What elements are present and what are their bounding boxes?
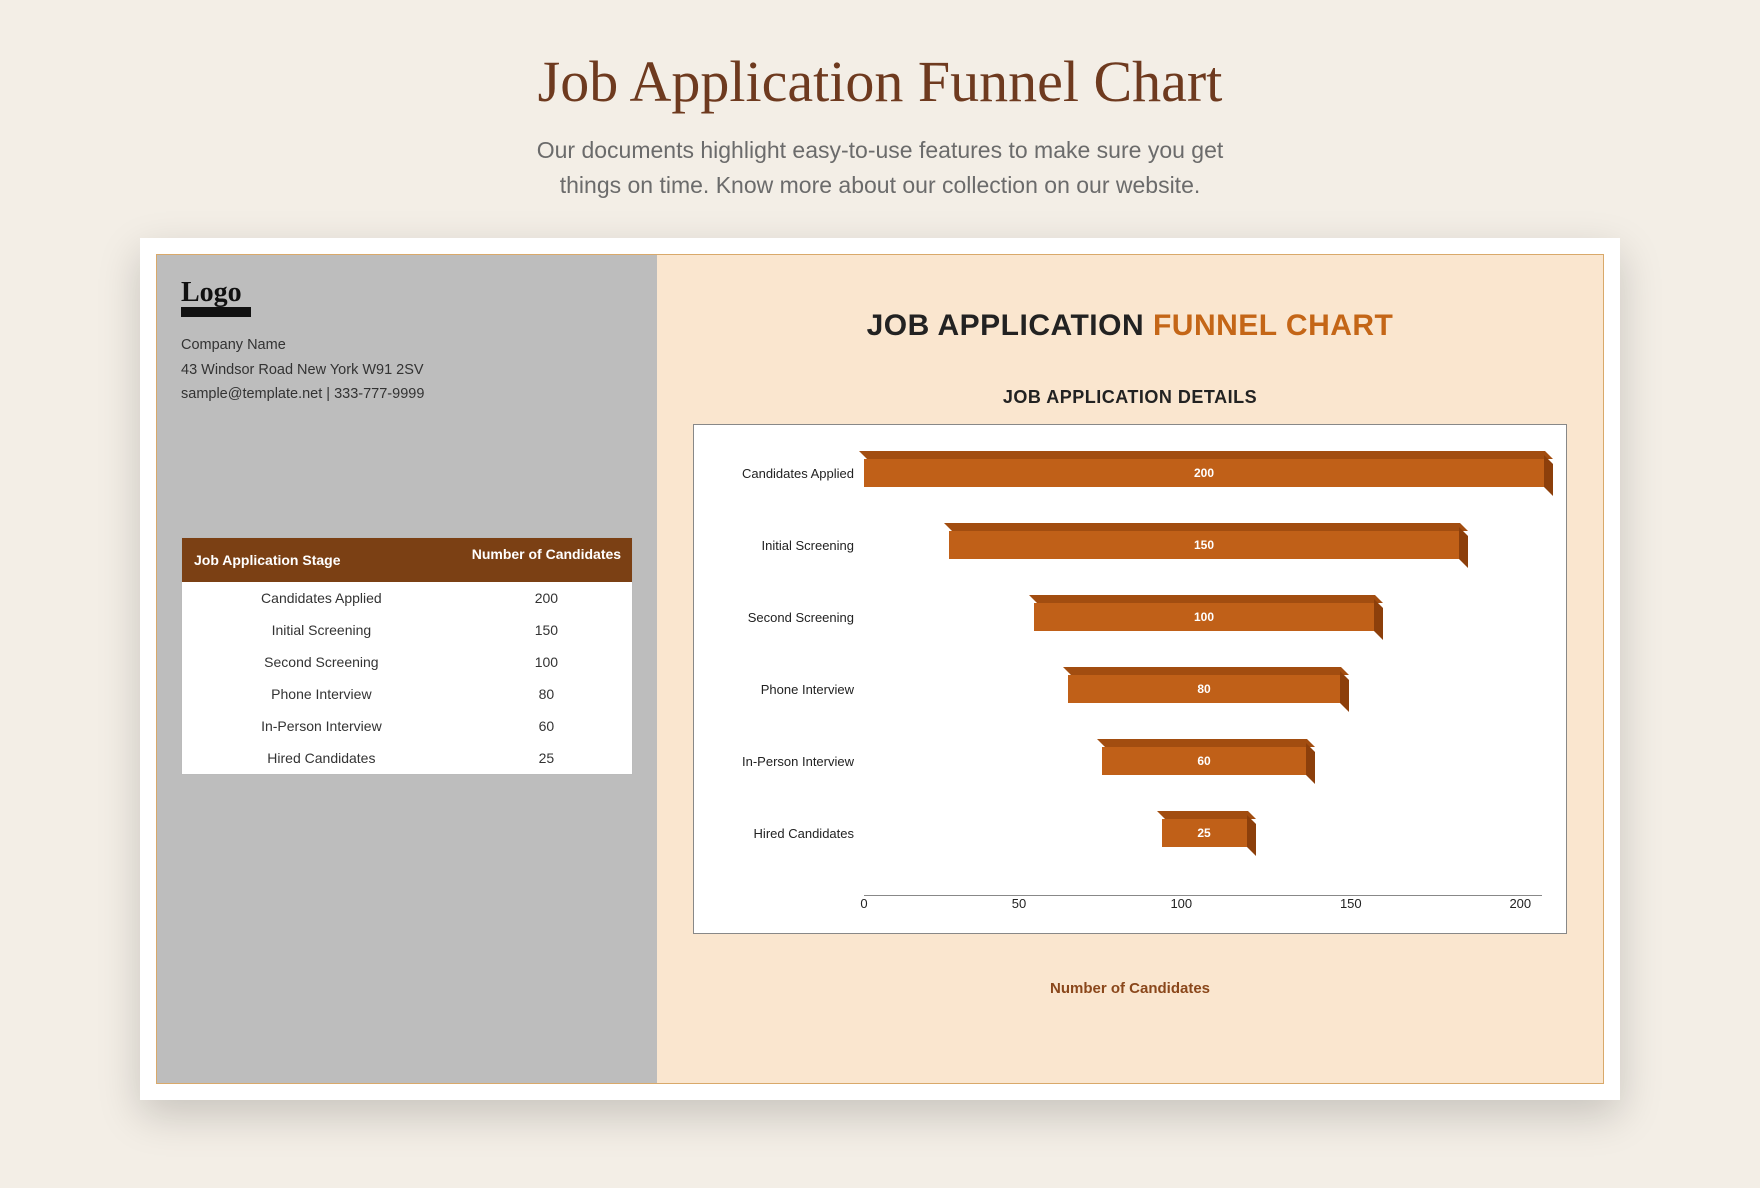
chart-row: Candidates Applied200: [694, 445, 1566, 501]
bar-zone: 25: [864, 805, 1566, 861]
logo: Logo: [181, 277, 633, 317]
bar-label: Second Screening: [694, 610, 864, 625]
chart-title-a: JOB APPLICATION: [867, 309, 1153, 342]
bar-label: Phone Interview: [694, 682, 864, 697]
cell-stage: Second Screening: [182, 646, 461, 678]
right-panel: JOB APPLICATION FUNNEL CHART JOB APPLICA…: [657, 255, 1603, 1083]
company-name: Company Name: [181, 333, 633, 358]
bar-zone: 80: [864, 661, 1566, 717]
bar-label: Initial Screening: [694, 538, 864, 553]
bar: 60: [1102, 747, 1306, 775]
bar-face: 100: [1034, 603, 1374, 631]
left-panel: Logo Company Name 43 Windsor Road New Yo…: [157, 255, 657, 1083]
chart-row: In-Person Interview 60: [694, 733, 1566, 789]
bar-side: [1544, 455, 1553, 496]
chart-row: Initial Screening 150: [694, 517, 1566, 573]
bar-face: 200: [864, 459, 1544, 487]
cell-value: 80: [461, 678, 632, 710]
bar-side: [1340, 671, 1349, 712]
x-axis: 050100150200: [864, 895, 1542, 915]
cell-stage: Candidates Applied: [182, 582, 461, 614]
x-tick: 100: [1170, 896, 1192, 915]
bar: 80: [1068, 675, 1340, 703]
bar-zone: 200: [864, 445, 1566, 501]
cell-value: 150: [461, 614, 632, 646]
chart-row: Hired Candidates 25: [694, 805, 1566, 861]
logo-text: Logo: [181, 277, 633, 309]
table-row: Phone Interview80: [182, 678, 632, 710]
bar-face: 80: [1068, 675, 1340, 703]
bar-side: [1306, 743, 1315, 784]
table-body: Candidates Applied200Initial Screening15…: [182, 582, 632, 774]
chart-title: JOB APPLICATION FUNNEL CHART: [693, 309, 1567, 343]
bar-side: [1459, 527, 1468, 568]
data-table: Job Application Stage Number of Candidat…: [181, 537, 633, 775]
table-row: Candidates Applied200: [182, 582, 632, 614]
chart-box: Candidates Applied200Initial Screening15…: [693, 424, 1567, 934]
chart-title-b: FUNNEL CHART: [1153, 309, 1393, 342]
cell-value: 100: [461, 646, 632, 678]
cell-value: 60: [461, 710, 632, 742]
table-row: In-Person Interview60: [182, 710, 632, 742]
chart-row: Second Screening 100: [694, 589, 1566, 645]
bar-top: [1097, 739, 1315, 747]
bar: 25: [1162, 819, 1247, 847]
cell-value: 25: [461, 742, 632, 774]
chart-subtitle: JOB APPLICATION DETAILS: [693, 387, 1567, 408]
cell-stage: In-Person Interview: [182, 710, 461, 742]
page-title: Job Application Funnel Chart: [0, 48, 1760, 115]
bar-face: 25: [1162, 819, 1247, 847]
bar: 200: [864, 459, 1544, 487]
bar-side: [1247, 815, 1256, 856]
bar-face: 60: [1102, 747, 1306, 775]
subtitle-line2: things on time. Know more about our coll…: [560, 172, 1201, 198]
bar-face: 150: [949, 531, 1459, 559]
col-count: Number of Candidates: [461, 538, 632, 582]
table-header: Job Application Stage Number of Candidat…: [182, 538, 632, 582]
bar: 100: [1034, 603, 1374, 631]
table-row: Initial Screening150: [182, 614, 632, 646]
x-tick: 50: [1012, 896, 1026, 915]
bar-side: [1374, 599, 1383, 640]
cell-stage: Phone Interview: [182, 678, 461, 710]
bar-top: [859, 451, 1553, 459]
x-tick: 150: [1340, 896, 1362, 915]
bar-top: [1029, 595, 1383, 603]
bar-label: Candidates Applied: [694, 466, 864, 481]
table-row: Second Screening100: [182, 646, 632, 678]
subtitle-line1: Our documents highlight easy-to-use feat…: [537, 137, 1224, 163]
bar-label: Hired Candidates: [694, 826, 864, 841]
cell-stage: Hired Candidates: [182, 742, 461, 774]
chart-row: Phone Interview 80: [694, 661, 1566, 717]
template-inner: Logo Company Name 43 Windsor Road New Yo…: [156, 254, 1604, 1084]
cell-value: 200: [461, 582, 632, 614]
cell-stage: Initial Screening: [182, 614, 461, 646]
col-stage: Job Application Stage: [182, 538, 461, 582]
table-row: Hired Candidates25: [182, 742, 632, 774]
company-address: 43 Windsor Road New York W91 2SV: [181, 358, 633, 383]
bar-zone: 150: [864, 517, 1566, 573]
bar: 150: [949, 531, 1459, 559]
template-card: Logo Company Name 43 Windsor Road New Yo…: [140, 238, 1620, 1100]
x-tick: 200: [1509, 896, 1531, 915]
bar-zone: 100: [864, 589, 1566, 645]
bar-zone: 60: [864, 733, 1566, 789]
company-contact: sample@template.net | 333-777-9999: [181, 382, 633, 407]
bar-top: [1063, 667, 1349, 675]
x-axis-title: Number of Candidates: [693, 980, 1567, 997]
company-info: Company Name 43 Windsor Road New York W9…: [181, 333, 633, 407]
page-subtitle: Our documents highlight easy-to-use feat…: [0, 133, 1760, 202]
bar-top: [1157, 811, 1256, 819]
x-tick: 0: [860, 896, 867, 915]
bar-top: [944, 523, 1468, 531]
bar-label: In-Person Interview: [694, 754, 864, 769]
